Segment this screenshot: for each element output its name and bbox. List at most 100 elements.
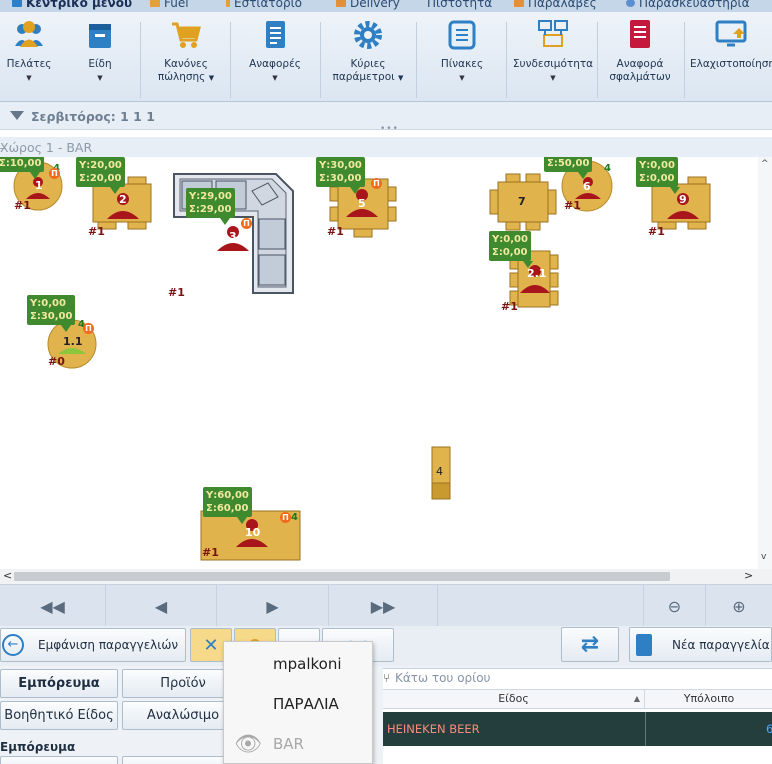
- last-page-button[interactable]: ▶▶: [329, 585, 438, 627]
- payment-badge-icon: Π: [241, 218, 252, 229]
- fuel-icon: [150, 0, 160, 7]
- table-4-number: 4: [436, 465, 443, 478]
- error-report-button[interactable]: Αναφορά σφαλμάτων: [604, 18, 676, 84]
- scroll-thumb[interactable]: [14, 572, 670, 581]
- ribbon-separator: [597, 22, 598, 98]
- dropdown-arrow-icon: ▼: [459, 74, 465, 82]
- category-merchandise-button[interactable]: Εμπόρευμα: [0, 669, 118, 698]
- dropdown-arrow-icon: ▼: [550, 74, 556, 82]
- items-button[interactable]: Είδη ▼: [76, 18, 124, 85]
- sort-asc-icon: ▲: [633, 694, 640, 703]
- tables-button[interactable]: Πίνακες ▼: [428, 18, 496, 85]
- horizontal-scrollbar[interactable]: < >: [0, 569, 772, 584]
- table-9-count: #1: [648, 225, 665, 238]
- tab-fuel[interactable]: Fuel: [150, 0, 189, 11]
- error-report-label-2: σφαλμάτων: [609, 71, 671, 83]
- dropdown-item-bar-label: BAR: [273, 735, 304, 753]
- category-aux-item-button[interactable]: Βοηθητικό Είδος: [0, 701, 118, 730]
- item-cell: HEINEKEN BEER: [387, 722, 480, 736]
- back-arrow-icon: ←: [2, 634, 24, 656]
- table-5-number: 5: [358, 197, 366, 210]
- prev-page-button[interactable]: ◀: [106, 585, 217, 627]
- table-1-count: #1: [14, 199, 31, 212]
- column-item[interactable]: Είδος ▲: [383, 690, 645, 708]
- category-item-button[interactable]: [0, 756, 118, 764]
- floor-plan[interactable]: Σ:10,00 Υ:20,00 Σ:20,00 Υ:29,00 Σ:29,00 Υ:…: [0, 157, 758, 569]
- ribbon-separator: [416, 22, 417, 98]
- dropdown-item-paralia[interactable]: ΠΑΡΑΛΙΑ: [224, 684, 372, 724]
- table-6-count: #1: [564, 199, 581, 212]
- table-2-1-totals: Υ:0,00 Σ:0,00: [489, 231, 533, 268]
- sales-rules-label-1: Κανόνες: [164, 58, 208, 70]
- collapse-triangle-icon[interactable]: [10, 111, 24, 120]
- dropdown-arrow-icon: ▼: [272, 74, 278, 82]
- table-10-totals: Υ:60,00 Σ:60,00: [203, 487, 252, 524]
- table-9-number: 9: [679, 193, 687, 206]
- tab-restaurant[interactable]: Εστιατόριο: [226, 0, 302, 11]
- scroll-left-icon[interactable]: <: [3, 569, 12, 582]
- main-parameters-button[interactable]: Κύριες παράμετροι ▼: [328, 18, 408, 85]
- show-orders-button[interactable]: ← Εμφάνιση παραγγελιών: [0, 628, 186, 662]
- minimize-icon: [714, 18, 748, 52]
- dropdown-arrow-icon: ▼: [208, 74, 215, 82]
- customers-button[interactable]: Πελάτες ▼: [4, 18, 54, 85]
- new-order-button[interactable]: Νέα παραγγελία: [629, 627, 772, 662]
- delivery-icon: [336, 0, 346, 7]
- zoom-in-icon: ⊕: [732, 596, 746, 616]
- refresh-button[interactable]: ⇄: [561, 627, 619, 662]
- ribbon-separator: [506, 22, 507, 98]
- receipt-icon: [514, 0, 524, 7]
- minimize-button[interactable]: Ελαχιστοποίηση: [690, 18, 772, 71]
- table-10-number: 10: [245, 526, 261, 539]
- floor-plan-drawing: [13, 160, 711, 561]
- dropdown-arrow-icon: ▼: [97, 74, 103, 82]
- row-divider: [645, 712, 646, 746]
- tab-kitchens[interactable]: Παρασκευαστήρια: [626, 0, 750, 11]
- table-9-totals: Υ:0,00 Σ:0,00: [636, 157, 680, 194]
- ribbon-separator: [140, 22, 141, 98]
- cutlery-icon: [226, 0, 230, 7]
- customers-icon: [12, 18, 46, 52]
- tab-receipts[interactable]: Παραλαβές: [514, 0, 597, 11]
- chevron-left-icon: ◀: [154, 596, 168, 616]
- table-1-totals: Σ:10,00: [0, 157, 45, 179]
- tab-loyalty[interactable]: Πιστότητα: [427, 0, 492, 11]
- table-1-1-number: 1.1: [63, 335, 83, 348]
- table-row[interactable]: HEINEKEN BEER 6: [383, 712, 772, 746]
- box-icon: [83, 18, 117, 52]
- zoom-out-button[interactable]: ⊖: [643, 585, 706, 627]
- column-balance[interactable]: Υπόλοιπο: [646, 690, 772, 708]
- payment-badge-icon: Π: [49, 168, 60, 179]
- scroll-right-icon[interactable]: >: [744, 569, 753, 582]
- scroll-down-icon[interactable]: v: [761, 552, 766, 562]
- sales-rules-button[interactable]: Κανόνες πώλησης ▼: [150, 18, 222, 85]
- tab-delivery[interactable]: Delivery: [336, 0, 400, 11]
- scroll-up-icon[interactable]: ^: [761, 159, 769, 169]
- table-1-number: 1: [35, 179, 43, 192]
- zoom-in-button[interactable]: ⊕: [706, 585, 772, 627]
- double-chevron-right-icon: ▶▶: [370, 596, 396, 616]
- network-icon: [536, 18, 570, 52]
- splitter-grip[interactable]: •••: [380, 124, 399, 134]
- menu-icon: [12, 0, 22, 7]
- kitchen-icon: [626, 0, 635, 7]
- tables-label: Πίνακες: [440, 58, 484, 70]
- page-nav-bar: ◀◀ ◀ ▶ ▶▶ ⊖ ⊕: [0, 584, 772, 627]
- tab-main-menu[interactable]: Κεντρικό μενού: [12, 0, 132, 11]
- table-5-totals: Υ:30,00 Σ:30,00: [316, 157, 365, 194]
- payment-badge-icon: Π: [371, 178, 382, 189]
- show-orders-label: Εμφάνιση παραγγελιών: [38, 638, 179, 652]
- dropdown-item-mpalkoni[interactable]: mpalkoni: [224, 644, 372, 684]
- action-bar: ← Εμφάνιση παραγγελιών ✕ ◉ ●● ⇄ Νέα παρα…: [0, 626, 772, 666]
- ribbon-separator: [684, 22, 685, 98]
- next-page-button[interactable]: ▶: [217, 585, 329, 627]
- vertical-scrollbar[interactable]: ^ v: [758, 157, 772, 569]
- reports-button[interactable]: Αναφορές ▼: [240, 18, 310, 85]
- table-10-guests: 4: [291, 512, 298, 523]
- first-page-button[interactable]: ◀◀: [0, 585, 106, 627]
- area-label: Χώρος 1 - BAR: [0, 140, 93, 155]
- connectivity-button[interactable]: Συνδεσιμότητα ▼: [512, 18, 594, 85]
- cart-icon: [169, 18, 203, 52]
- table-2-1-number: 2.1: [527, 267, 547, 280]
- table-6-guests: 4: [604, 163, 611, 174]
